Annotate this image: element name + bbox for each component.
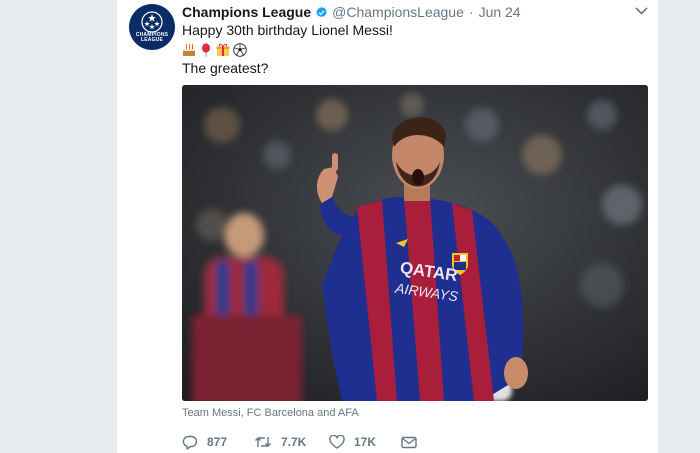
tweet-photo[interactable]: QATAR AIRWAYS [182, 85, 648, 401]
like-button[interactable]: 17K [329, 435, 401, 449]
tweet-actions: 877 7.7K 17K [182, 432, 652, 452]
header-separator: · [468, 4, 474, 20]
reply-icon [182, 435, 198, 450]
starball-logo-icon [141, 11, 163, 33]
retweet-count: 7.7K [281, 435, 307, 449]
retweet-button[interactable]: 7.7K [254, 435, 329, 449]
author-name[interactable]: Champions League [182, 4, 311, 20]
birthday-cake-icon [182, 43, 196, 57]
reply-count: 877 [207, 435, 228, 449]
envelope-icon [401, 436, 417, 448]
verified-badge-icon [315, 6, 328, 19]
chevron-down-icon[interactable] [634, 4, 648, 18]
balloon-icon [199, 42, 213, 57]
direct-message-button[interactable] [401, 436, 417, 449]
like-count: 17K [354, 435, 377, 449]
tweet-card[interactable]: CHAMPIONS LEAGUE Champions League @Champ… [117, 0, 658, 453]
tweet-timestamp[interactable]: Jun 24 [479, 4, 521, 20]
avatar-label: CHAMPIONS LEAGUE [135, 32, 169, 43]
tweet-line-2: The greatest? [182, 60, 269, 76]
author-handle[interactable]: @ChampionsLeague [332, 4, 464, 20]
tweet-text: Happy 30th birthday Lionel Messi! The gr… [182, 21, 642, 78]
reply-button[interactable]: 877 [182, 435, 254, 450]
soccer-ball-icon [233, 42, 247, 57]
gift-icon [216, 43, 230, 57]
tweet-header: Champions League @ChampionsLeague · Jun … [182, 3, 652, 21]
messi-celebration-photo: QATAR AIRWAYS [182, 85, 648, 401]
heart-icon [329, 435, 345, 449]
tweet-line-1: Happy 30th birthday Lionel Messi! [182, 22, 393, 38]
retweet-icon [255, 437, 271, 447]
emoji-row [182, 40, 642, 59]
avatar[interactable]: CHAMPIONS LEAGUE [129, 4, 175, 50]
photo-credit[interactable]: Team Messi, FC Barcelona and AFA [182, 407, 359, 419]
